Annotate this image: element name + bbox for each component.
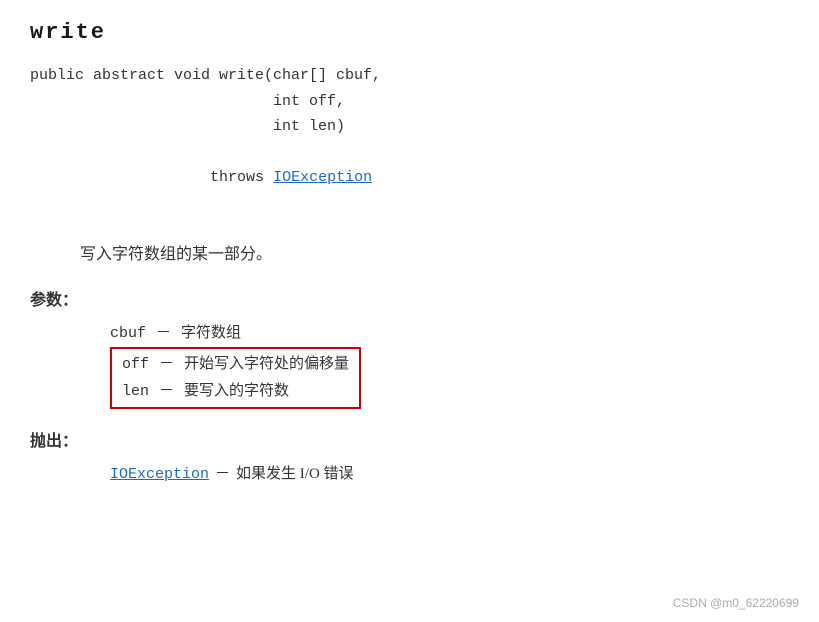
params-section: 参数： cbuf － 字符数组 off － 开始写入字符处的偏移量 len － …: [30, 286, 789, 409]
params-label: 参数：: [30, 286, 789, 310]
signature-line3: int len): [30, 114, 789, 140]
throws-section: 抛出： IOException － 如果发生 I/O 错误: [30, 427, 789, 488]
param-cbuf: cbuf － 字符数组: [110, 320, 789, 347]
param-off: off － 开始写入字符处的偏移量: [122, 351, 349, 378]
signature-line4: throws IOException: [30, 140, 789, 217]
param-cbuf-dash: －: [156, 320, 171, 347]
params-list: cbuf － 字符数组 off － 开始写入字符处的偏移量 len － 要写入的…: [30, 320, 789, 409]
watermark: CSDN @m0_62220699: [673, 596, 799, 610]
param-len-name: len: [122, 378, 149, 405]
param-off-dash: －: [159, 351, 174, 378]
throws-ioexception-link[interactable]: IOException: [110, 461, 209, 488]
throws-ioexception-desc: 如果发生 I/O 错误: [236, 461, 354, 488]
signature-line2: int off,: [30, 89, 789, 115]
throws-keyword: throws: [66, 169, 273, 186]
description-text: 写入字符数组的某一部分。: [30, 240, 789, 264]
throws-list: IOException － 如果发生 I/O 错误: [30, 461, 789, 488]
param-off-desc: 开始写入字符处的偏移量: [184, 351, 349, 378]
param-len: len － 要写入的字符数: [122, 378, 349, 405]
param-off-name: off: [122, 351, 149, 378]
throws-ioexception-dash: －: [215, 461, 230, 488]
param-cbuf-desc: 字符数组: [181, 320, 241, 347]
throws-label: 抛出：: [30, 427, 789, 451]
highlighted-params-box: off － 开始写入字符处的偏移量 len － 要写入的字符数: [110, 347, 361, 409]
signature-block: public abstract void write(char[] cbuf, …: [30, 63, 789, 216]
page-title: write: [30, 20, 789, 45]
param-len-desc: 要写入的字符数: [184, 378, 289, 405]
throws-link[interactable]: IOException: [273, 169, 372, 186]
param-len-dash: －: [159, 378, 174, 405]
param-cbuf-name: cbuf: [110, 320, 146, 347]
throws-ioexception: IOException － 如果发生 I/O 错误: [110, 461, 789, 488]
signature-line1: public abstract void write(char[] cbuf,: [30, 63, 789, 89]
